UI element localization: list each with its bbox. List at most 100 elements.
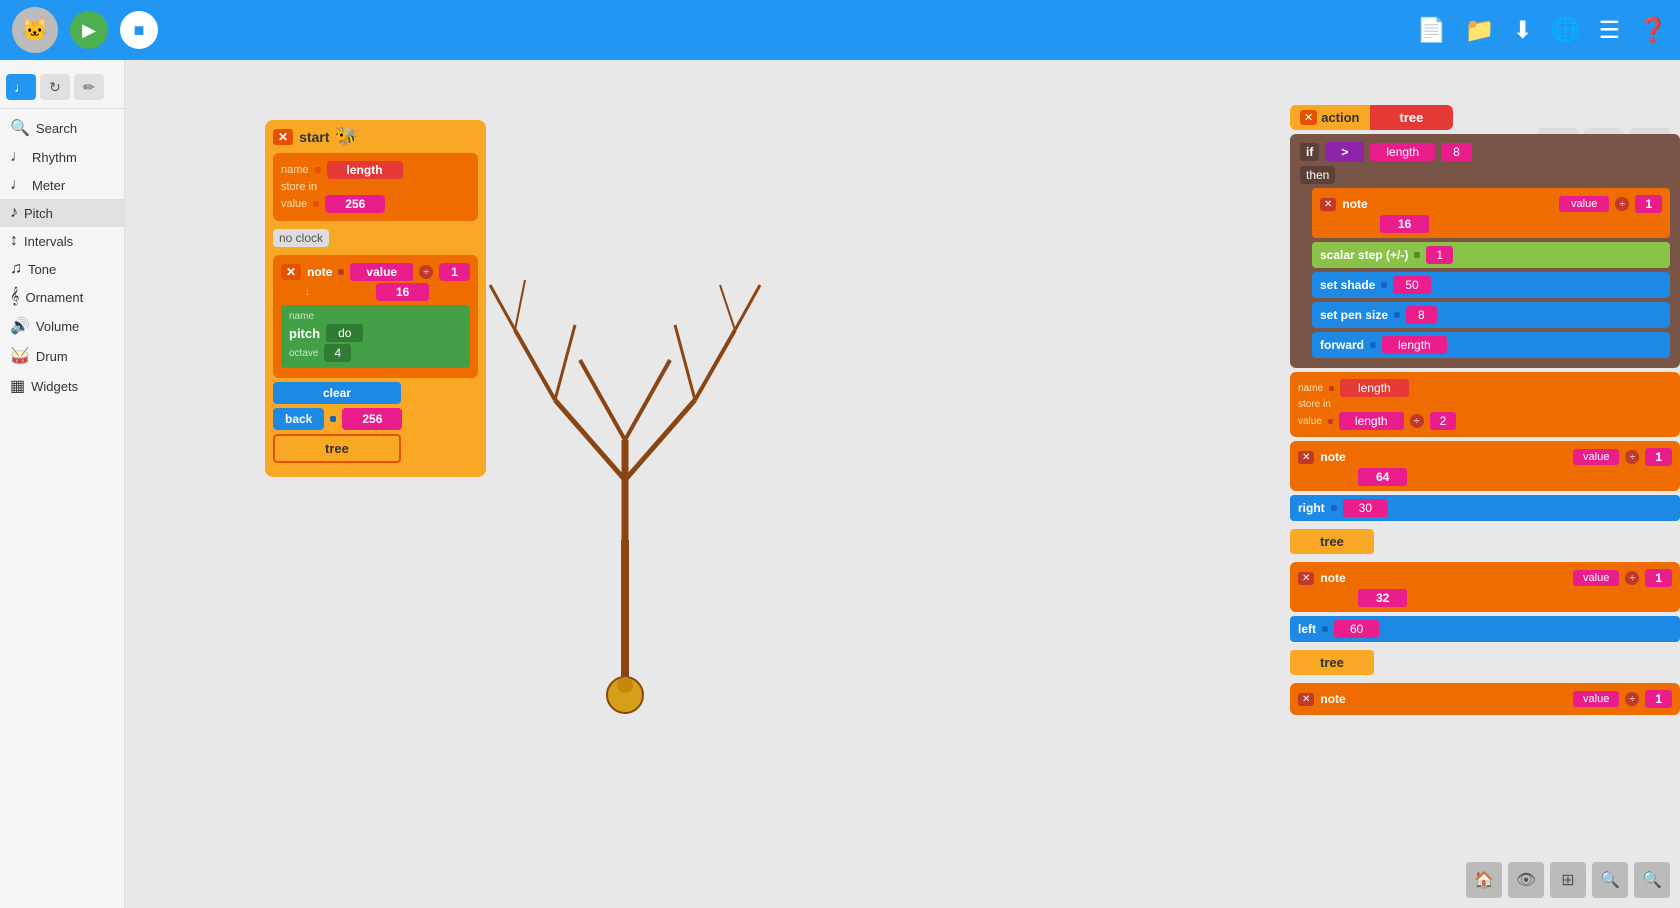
set-shade-block[interactable]: set shade 50 [1312, 272, 1670, 298]
eye-button[interactable]: 👁 [1508, 862, 1544, 898]
note3-block[interactable]: ✕ note value ÷ 1 32 [1290, 562, 1680, 612]
note4-val1[interactable]: 1 [1645, 690, 1672, 708]
menu-icon[interactable]: ☰ [1599, 16, 1621, 45]
sidebar-item-tone[interactable]: ♫ Tone [0, 255, 124, 283]
sidebar-label-intervals: Intervals [24, 234, 73, 249]
help-icon[interactable]: ❓ [1638, 16, 1668, 45]
action-block[interactable]: ✕ action [1290, 105, 1370, 130]
forward-length[interactable]: length [1382, 336, 1447, 354]
bottom-toolbar: 🏠 👁 ⊞ 🔍 🔍 [1466, 862, 1670, 898]
sidebar-label-drum: Drum [36, 349, 68, 364]
main-canvas[interactable]: ⊞ ✏ ✕ ✕ start 🐝 name length store in [125, 60, 1680, 908]
if-note-block[interactable]: ✕ note value ÷ 1 16 [1312, 188, 1670, 238]
left-val[interactable]: 60 [1334, 620, 1379, 638]
right-block[interactable]: right 30 [1290, 495, 1680, 521]
action-x[interactable]: ✕ [1300, 110, 1317, 125]
clear-block[interactable]: clear [273, 382, 401, 404]
sidebar-item-rhythm[interactable]: ♩ Rhythm [0, 143, 124, 171]
scalar-step-block[interactable]: scalar step (+/-) 1 [1312, 242, 1670, 268]
zoom-button[interactable]: 🔍 [1592, 862, 1628, 898]
value-256-block[interactable]: 256 [325, 195, 385, 213]
back-value-block[interactable]: 256 [342, 408, 402, 430]
action-label: action [1321, 110, 1359, 125]
length-name-block[interactable]: length [1340, 379, 1409, 397]
tree3-block[interactable]: tree [1290, 650, 1374, 675]
note-x-button[interactable]: ✕ [281, 264, 301, 280]
gt-label: > [1341, 145, 1348, 159]
note2-sub: 64 [1358, 468, 1672, 486]
sidebar-item-meter[interactable]: ♩ Meter [0, 171, 124, 199]
note2-block[interactable]: ✕ note value ÷ 1 64 [1290, 441, 1680, 491]
down-arrow: ↓ [305, 287, 310, 298]
do-block[interactable]: do [326, 324, 363, 342]
folder-icon[interactable]: 📁 [1465, 16, 1495, 45]
store-in-block-right[interactable]: name length store in value length ÷ 2 [1290, 372, 1680, 437]
right-val[interactable]: 30 [1343, 499, 1388, 517]
action-tree-label[interactable]: tree [1370, 105, 1454, 130]
start-label: start [299, 129, 329, 145]
note-val-16[interactable]: 16 [376, 283, 429, 301]
download-icon[interactable]: ⬇ [1513, 16, 1533, 45]
if-note-val16[interactable]: 16 [1380, 215, 1429, 233]
note4-label: note [1320, 692, 1345, 706]
start-emoji: 🐝 [335, 126, 357, 147]
if-length-block[interactable]: length [1370, 143, 1435, 161]
scalar-val[interactable]: 1 [1426, 246, 1453, 264]
pen-val[interactable]: 8 [1406, 306, 1437, 324]
note4-block[interactable]: ✕ note value ÷ 1 [1290, 683, 1680, 715]
start-x-button[interactable]: ✕ [273, 129, 293, 145]
shade-val[interactable]: 50 [1393, 276, 1430, 294]
avatar[interactable]: 🐱 [12, 7, 58, 53]
tab-music[interactable]: ♩ [6, 74, 36, 100]
left-label: left [1298, 622, 1316, 636]
if-val-8[interactable]: 8 [1441, 143, 1472, 161]
sidebar-item-intervals[interactable]: ↕ Intervals [0, 227, 124, 255]
back-block[interactable]: back [273, 408, 324, 430]
if-label: if [1300, 143, 1319, 161]
note4-x[interactable]: ✕ [1298, 693, 1314, 706]
note2-val1[interactable]: 1 [1645, 448, 1672, 466]
if-block[interactable]: if > length 8 then ✕ note value ÷ 1 [1290, 134, 1680, 368]
new-file-icon[interactable]: 📄 [1417, 16, 1447, 45]
divide-val[interactable]: 2 [1430, 412, 1457, 430]
if-note-val1[interactable]: 1 [1635, 195, 1662, 213]
sidebar-item-pitch[interactable]: ♪ Pitch [0, 199, 124, 227]
note3-val32[interactable]: 32 [1358, 589, 1407, 607]
tree-block-left[interactable]: tree [273, 434, 401, 463]
sidebar-item-widgets[interactable]: ▦ Widgets [0, 371, 124, 401]
note2-x[interactable]: ✕ [1298, 451, 1314, 464]
octave-label: octave [289, 348, 318, 359]
sidebar-item-volume[interactable]: 🔊 Volume [0, 311, 124, 341]
grid-button[interactable]: ⊞ [1550, 862, 1586, 898]
note3-val1[interactable]: 1 [1645, 569, 1672, 587]
note3-value: value [1573, 570, 1619, 586]
home-button[interactable]: 🏠 [1466, 862, 1502, 898]
sidebar-item-search[interactable]: 🔍 Search [0, 113, 124, 143]
sidebar-item-drum[interactable]: 🥁 Drum [0, 341, 124, 371]
note3-x[interactable]: ✕ [1298, 572, 1314, 585]
store-val-row: value length ÷ 2 [1298, 412, 1672, 430]
left-block[interactable]: left 60 [1290, 616, 1680, 642]
note2-val64[interactable]: 64 [1358, 468, 1407, 486]
if-note-x[interactable]: ✕ [1320, 198, 1336, 211]
zoom-in-button[interactable]: 🔍 [1634, 862, 1670, 898]
store-in-label: store in [281, 181, 317, 193]
scalar-label: scalar step (+/-) [1320, 248, 1408, 262]
note3-sub: 32 [1358, 589, 1672, 607]
set-pen-block[interactable]: set pen size 8 [1312, 302, 1670, 328]
note3-header: ✕ note value ÷ 1 [1298, 569, 1672, 587]
sidebar-item-ornament[interactable]: 𝄞 Ornament [0, 283, 124, 311]
globe-icon[interactable]: 🌐 [1551, 16, 1581, 45]
note2-value: value [1573, 449, 1619, 465]
forward-block[interactable]: forward length [1312, 332, 1670, 358]
length-block[interactable]: length [327, 161, 403, 179]
sidebar-label-tone: Tone [28, 262, 56, 277]
tree2-block[interactable]: tree [1290, 529, 1374, 554]
tab-edit[interactable]: ✏ [74, 74, 104, 100]
stop-button[interactable]: ■ [120, 11, 158, 49]
tab-refresh[interactable]: ↻ [40, 74, 70, 100]
sidebar-label-pitch: Pitch [24, 206, 53, 221]
play-button[interactable]: ▶ [70, 11, 108, 49]
length-val-block[interactable]: length [1339, 412, 1404, 430]
octave-val[interactable]: 4 [324, 344, 351, 362]
